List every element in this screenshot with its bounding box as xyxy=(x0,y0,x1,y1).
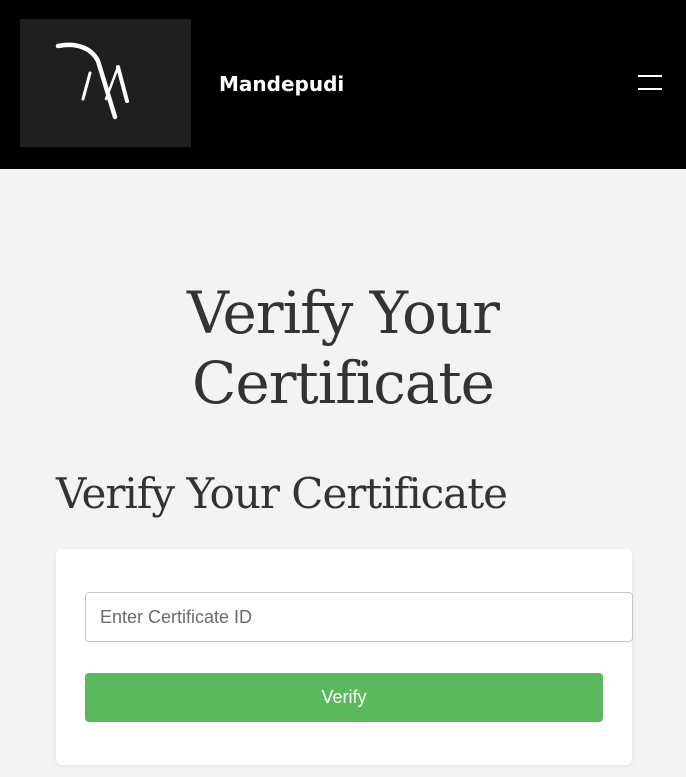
site-header: Mandepudi xyxy=(0,0,686,169)
certificate-id-input[interactable] xyxy=(85,592,633,642)
site-name[interactable]: Mandepudi xyxy=(219,71,344,97)
m-monogram-logo-icon xyxy=(55,42,129,120)
page-title-line-1: Verify Your xyxy=(186,279,500,347)
hamburger-menu-icon[interactable] xyxy=(634,68,666,98)
menu-line xyxy=(638,88,662,90)
site-logo[interactable] xyxy=(20,19,191,147)
page-title-line-2: Certificate xyxy=(192,349,495,417)
verify-form-card: Verify xyxy=(56,549,633,765)
menu-line xyxy=(638,75,662,77)
verify-button[interactable]: Verify xyxy=(85,673,603,722)
page-title: Verify Your Certificate xyxy=(0,278,686,418)
section-heading: Verify Your Certificate xyxy=(56,469,508,518)
